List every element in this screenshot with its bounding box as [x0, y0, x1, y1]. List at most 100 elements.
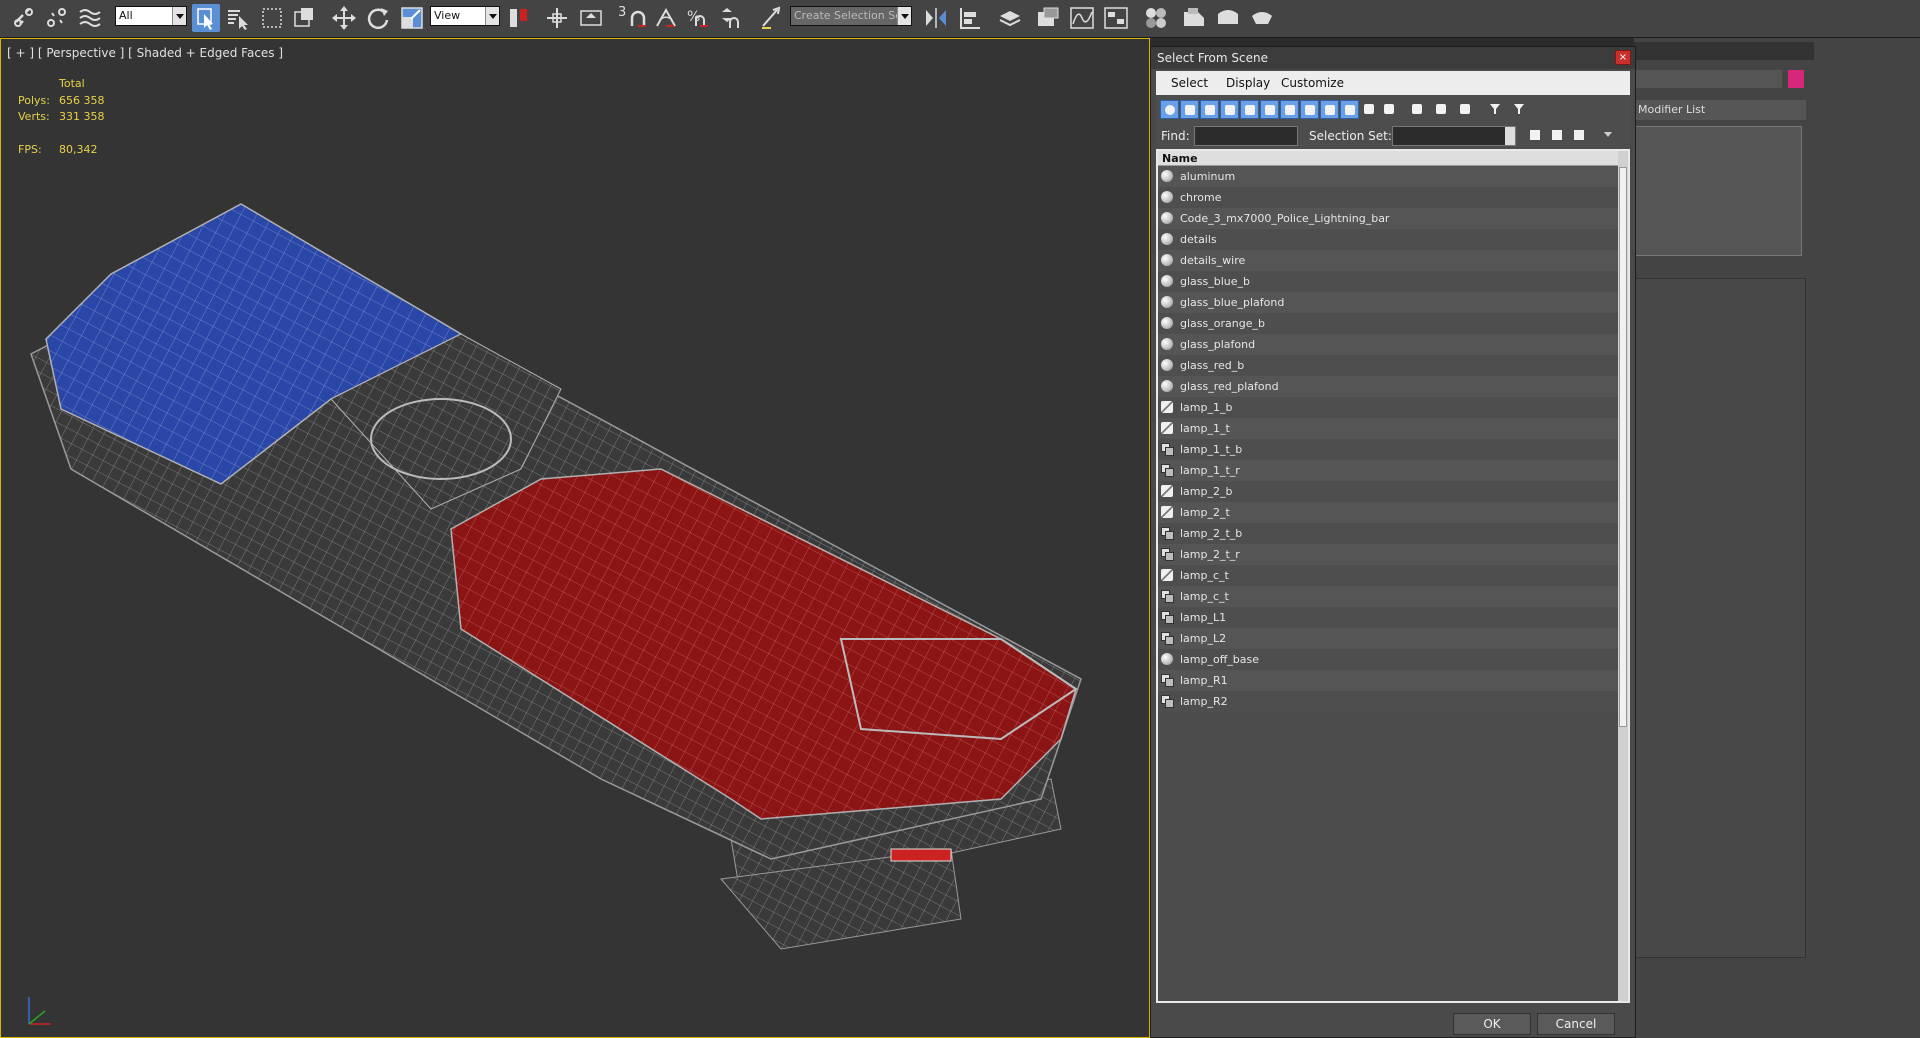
list-column-name[interactable]: Name: [1158, 151, 1618, 166]
list-item[interactable]: Code_3_mx7000_Police_Lightning_bar: [1158, 208, 1618, 229]
object-color-swatch[interactable]: [1788, 70, 1804, 88]
list-item[interactable]: lamp_2_t_b: [1158, 523, 1618, 544]
reference-coordinate-dropdown[interactable]: View: [430, 6, 500, 26]
display-none-icon[interactable]: [1432, 100, 1451, 119]
close-icon[interactable]: ×: [1615, 50, 1631, 65]
police-lightbar-wireframe-model[interactable]: [1, 39, 1150, 1038]
graphite-modeling-icon[interactable]: [1034, 4, 1062, 32]
selection-set-dropdown[interactable]: [1392, 126, 1516, 146]
list-item[interactable]: lamp_L2: [1158, 628, 1618, 649]
ok-button[interactable]: OK: [1453, 1013, 1531, 1035]
selection-filter-dropdown[interactable]: All: [115, 6, 187, 26]
find-input[interactable]: [1194, 126, 1298, 146]
modifier-list-dropdown[interactable]: Modifier List: [1634, 100, 1806, 120]
list-item[interactable]: lamp_R2: [1158, 691, 1618, 712]
list-item-label: glass_red_b: [1180, 359, 1245, 372]
list-item[interactable]: glass_blue_b: [1158, 271, 1618, 292]
angle-snap-icon[interactable]: [652, 4, 680, 32]
list-item[interactable]: lamp_1_b: [1158, 397, 1618, 418]
list-item[interactable]: lamp_c_t: [1158, 586, 1618, 607]
selection-set-add-icon[interactable]: [1526, 126, 1545, 145]
display-bones-icon[interactable]: [1320, 100, 1339, 119]
list-item[interactable]: glass_red_b: [1158, 355, 1618, 376]
scene-object-list[interactable]: aluminum chrome Code_3_mx7000_Police_Light…: [1158, 166, 1618, 1001]
snaps-toggle-icon[interactable]: [624, 4, 652, 32]
mirror-icon[interactable]: [922, 4, 950, 32]
rendered-frame-window-icon[interactable]: [1214, 4, 1242, 32]
list-item[interactable]: lamp_1_t_b: [1158, 439, 1618, 460]
material-editor-icon[interactable]: [1142, 4, 1170, 32]
list-item[interactable]: glass_orange_b: [1158, 313, 1618, 334]
filter-icon[interactable]: [1486, 100, 1505, 119]
list-item[interactable]: details_wire: [1158, 250, 1618, 271]
select-object-icon[interactable]: [192, 4, 220, 32]
curve-editor-icon[interactable]: [1068, 4, 1096, 32]
window-crossing-icon[interactable]: [290, 4, 318, 32]
spinner-snap-icon[interactable]: [716, 4, 744, 32]
bind-space-warp-icon[interactable]: [76, 4, 104, 32]
keyboard-shortcut-override-icon[interactable]: [577, 4, 605, 32]
list-item[interactable]: details: [1158, 229, 1618, 250]
named-selection-set-dropdown[interactable]: Create Selection Se: [790, 6, 912, 26]
scale-icon[interactable]: [398, 4, 426, 32]
light-icon: [1161, 422, 1173, 434]
display-space-warps-icon[interactable]: [1260, 100, 1279, 119]
move-icon[interactable]: [330, 4, 358, 32]
display-invert-icon[interactable]: [1456, 100, 1475, 119]
display-cameras-icon[interactable]: [1220, 100, 1239, 119]
display-groups-icon[interactable]: [1280, 100, 1299, 119]
list-item[interactable]: lamp_1_t_r: [1158, 460, 1618, 481]
menu-select[interactable]: Select: [1171, 76, 1208, 90]
align-icon[interactable]: [956, 4, 984, 32]
percent-snap-icon[interactable]: %: [684, 4, 712, 32]
layer-manager-icon[interactable]: [996, 4, 1024, 32]
render-production-icon[interactable]: [1248, 4, 1276, 32]
list-item[interactable]: lamp_c_t: [1158, 565, 1618, 586]
rotate-icon[interactable]: [364, 4, 392, 32]
filter-settings-icon[interactable]: [1510, 100, 1529, 119]
list-scrollbar-thumb[interactable]: [1619, 167, 1627, 727]
list-item[interactable]: lamp_off_base: [1158, 649, 1618, 670]
list-item[interactable]: lamp_L1: [1158, 607, 1618, 628]
unlink-icon[interactable]: [43, 4, 71, 32]
display-xrefs-icon[interactable]: [1300, 100, 1319, 119]
list-item[interactable]: aluminum: [1158, 166, 1618, 187]
select-manipulate-icon[interactable]: [543, 4, 571, 32]
display-frozen-icon[interactable]: [1360, 100, 1379, 119]
list-item[interactable]: lamp_2_t: [1158, 502, 1618, 523]
rectangular-selection-icon[interactable]: [258, 4, 286, 32]
object-name-field[interactable]: [1634, 70, 1782, 88]
display-all-icon[interactable]: [1408, 100, 1427, 119]
display-containers-icon[interactable]: [1340, 100, 1359, 119]
display-shapes-icon[interactable]: [1180, 100, 1199, 119]
display-hidden-icon[interactable]: [1380, 100, 1399, 119]
list-item[interactable]: glass_plafond: [1158, 334, 1618, 355]
command-panel-tabs[interactable]: [1634, 42, 1814, 60]
cancel-button[interactable]: Cancel: [1537, 1013, 1615, 1035]
list-item[interactable]: chrome: [1158, 187, 1618, 208]
list-scrollbar[interactable]: [1618, 151, 1628, 1001]
list-item[interactable]: lamp_2_t_r: [1158, 544, 1618, 565]
menu-customize[interactable]: Customize: [1281, 76, 1344, 90]
menu-display[interactable]: Display: [1226, 76, 1270, 90]
list-item[interactable]: lamp_R1: [1158, 670, 1618, 691]
list-item[interactable]: glass_red_plafond: [1158, 376, 1618, 397]
select-by-name-icon[interactable]: [224, 4, 252, 32]
display-helpers-icon[interactable]: [1240, 100, 1259, 119]
list-item[interactable]: lamp_2_b: [1158, 481, 1618, 502]
perspective-viewport[interactable]: [ + ] [ Perspective ] [ Shaded + Edged F…: [0, 38, 1150, 1038]
display-geometry-icon[interactable]: [1160, 100, 1179, 119]
list-item[interactable]: lamp_1_t: [1158, 418, 1618, 439]
edit-named-selection-icon[interactable]: [757, 4, 785, 32]
schematic-view-icon[interactable]: [1102, 4, 1130, 32]
render-setup-icon[interactable]: [1180, 4, 1208, 32]
selection-set-remove-icon[interactable]: [1548, 126, 1567, 145]
link-icon[interactable]: [10, 4, 38, 32]
display-lights-icon[interactable]: [1200, 100, 1219, 119]
chevron-down-icon[interactable]: [1604, 132, 1612, 137]
list-item[interactable]: glass_blue_plafond: [1158, 292, 1618, 313]
pivot-center-icon[interactable]: [505, 4, 533, 32]
dialog-title[interactable]: Select From Scene: [1151, 47, 1635, 69]
modifier-stack[interactable]: [1634, 126, 1802, 256]
selection-set-edit-icon[interactable]: [1570, 126, 1589, 145]
